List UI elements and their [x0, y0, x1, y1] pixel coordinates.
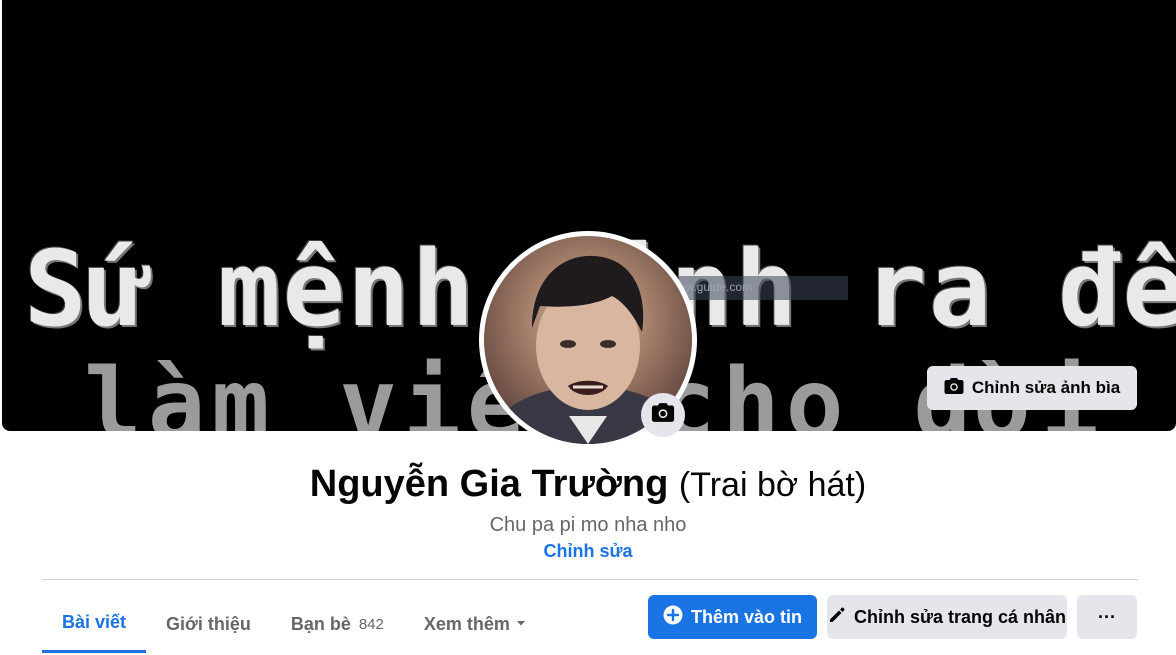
profile-bio: Chu pa pi mo nha nho — [489, 514, 687, 536]
plus-circle-icon — [663, 605, 683, 630]
edit-bio-link[interactable]: Chỉnh sửa — [0, 541, 1176, 562]
tab-label: Bạn bè — [290, 613, 351, 634]
tab-about[interactable]: Giới thiệu — [146, 595, 271, 653]
pencil-icon — [828, 606, 846, 629]
camera-icon — [944, 377, 964, 400]
update-avatar-button[interactable] — [641, 393, 685, 437]
tab-label: Bài viết — [62, 612, 127, 632]
edit-profile-label: Chỉnh sửa trang cá nhân — [853, 606, 1067, 627]
tab-friends[interactable]: Bạn bè 842 — [271, 595, 404, 653]
profile-tabs: Bài viết Giới thiệu Bạn bè 842 Xem thêm — [42, 595, 548, 655]
friends-count: 842 — [358, 615, 384, 633]
more-dots-icon: ··· — [1098, 606, 1116, 627]
edit-cover-button[interactable]: Chỉnh sửa ảnh bìa — [927, 366, 1137, 410]
more-options-button[interactable]: ··· — [1077, 595, 1137, 639]
tab-posts[interactable]: Bài viết — [42, 595, 147, 653]
camera-icon — [651, 402, 675, 428]
edit-cover-label: Chỉnh sửa ảnh bìa — [971, 378, 1121, 397]
tab-label: Xem thêm — [423, 613, 510, 634]
edit-profile-button[interactable]: Chỉnh sửa trang cá nhân — [827, 595, 1067, 639]
profile-actions: Thêm vào tin Chỉnh sửa trang cá nhân ··· — [648, 595, 1137, 639]
divider — [42, 579, 1138, 580]
profile-alt-name: (Trai bờ hát) — [678, 466, 867, 504]
caret-down-icon — [514, 614, 528, 635]
profile-name: Nguyễn Gia Trường — [309, 463, 669, 505]
tab-more[interactable]: Xem thêm — [404, 595, 548, 653]
add-to-story-label: Thêm vào tin — [690, 606, 802, 627]
profile-name-row: Nguyễn Gia Trường (Trai bờ hát) — [0, 463, 1176, 506]
add-to-story-button[interactable]: Thêm vào tin — [648, 595, 817, 639]
tab-label: Giới thiệu — [166, 613, 251, 634]
